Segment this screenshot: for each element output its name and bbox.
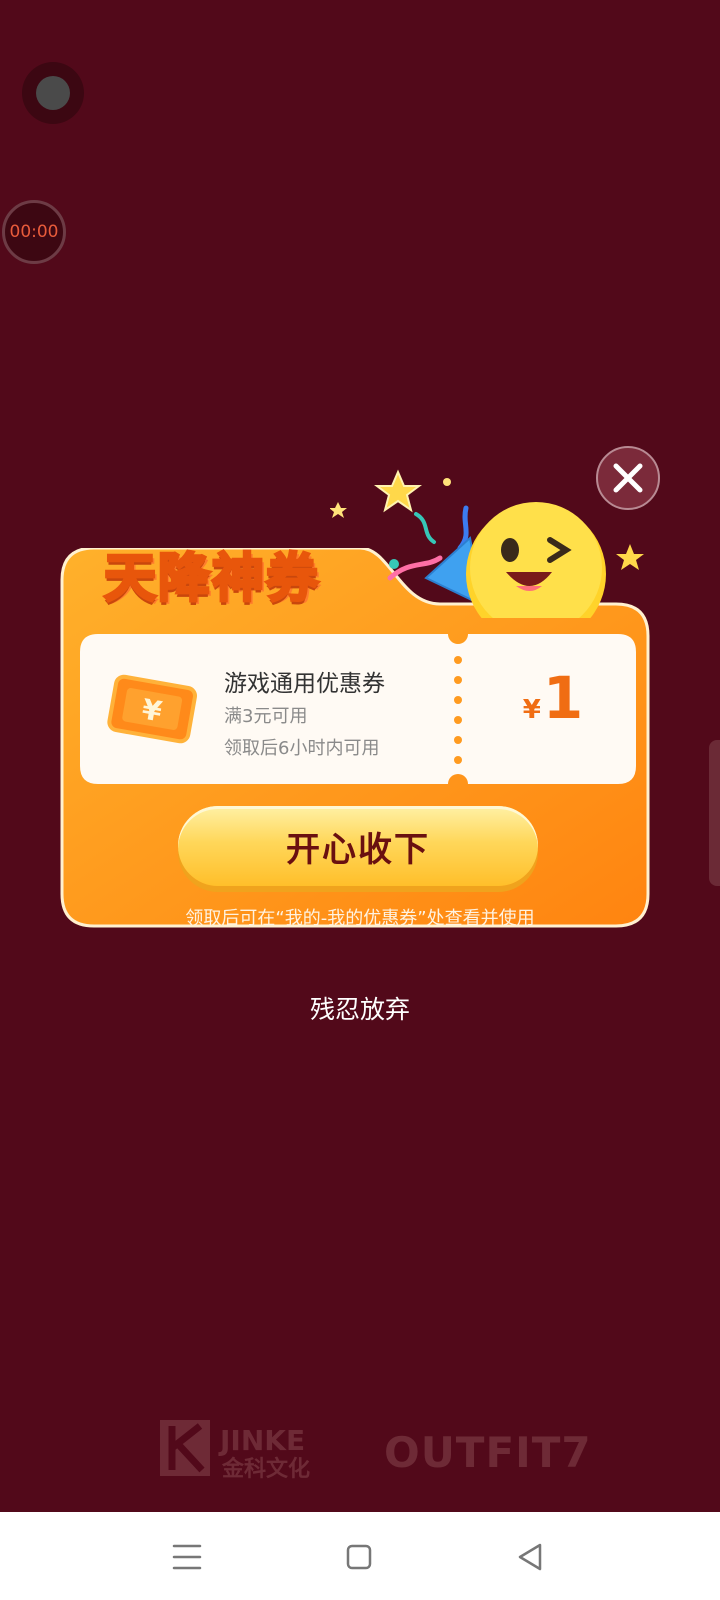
coupon-amount: ¥ 1 [470,664,636,754]
jinke-cn-text: 金科文化 [221,1456,310,1482]
currency-symbol: ¥ [522,695,541,725]
coupon-hint: 领取后可在“我的-我的优惠券”处查看并使用 [185,908,535,929]
timer-text: 00:00 [9,222,59,242]
menu-icon [172,1544,202,1570]
close-icon [613,463,643,493]
coupon-name: 游戏通用优惠券 [224,671,385,697]
back-triangle-icon [518,1543,542,1571]
popup-title: 天降神券 [102,547,321,610]
system-navigation-bar [0,1512,720,1600]
coupon-validity: 领取后6小时内可用 [224,738,380,759]
close-button[interactable] [596,446,660,510]
back-button[interactable] [504,1530,558,1584]
recording-timer[interactable]: 00:00 [2,200,66,264]
home-square-icon [346,1544,372,1570]
coupon-condition: 满3元可用 [224,706,308,727]
jinke-en-text: JINKE [218,1424,305,1457]
assist-dot-icon [36,76,70,110]
amount-value: 1 [542,664,584,732]
outfit7-logo: OUTFIT7 [384,1428,592,1477]
jinke-logo: JINKE 金科文化 [160,1420,310,1482]
coupon-ticket: ¥ 游戏通用优惠券 满3元可用 领取后6小时内可用 ¥ 1 [80,634,636,784]
side-drawer-handle[interactable] [709,740,720,886]
dismiss-link[interactable]: 残忍放弃 [260,990,460,1026]
floating-assist-button[interactable] [22,62,84,124]
home-button[interactable] [332,1530,386,1584]
yen-ticket-icon: ¥ [107,674,197,744]
accept-coupon-button[interactable]: 开心收下 [178,806,538,886]
recent-apps-button[interactable] [160,1530,214,1584]
